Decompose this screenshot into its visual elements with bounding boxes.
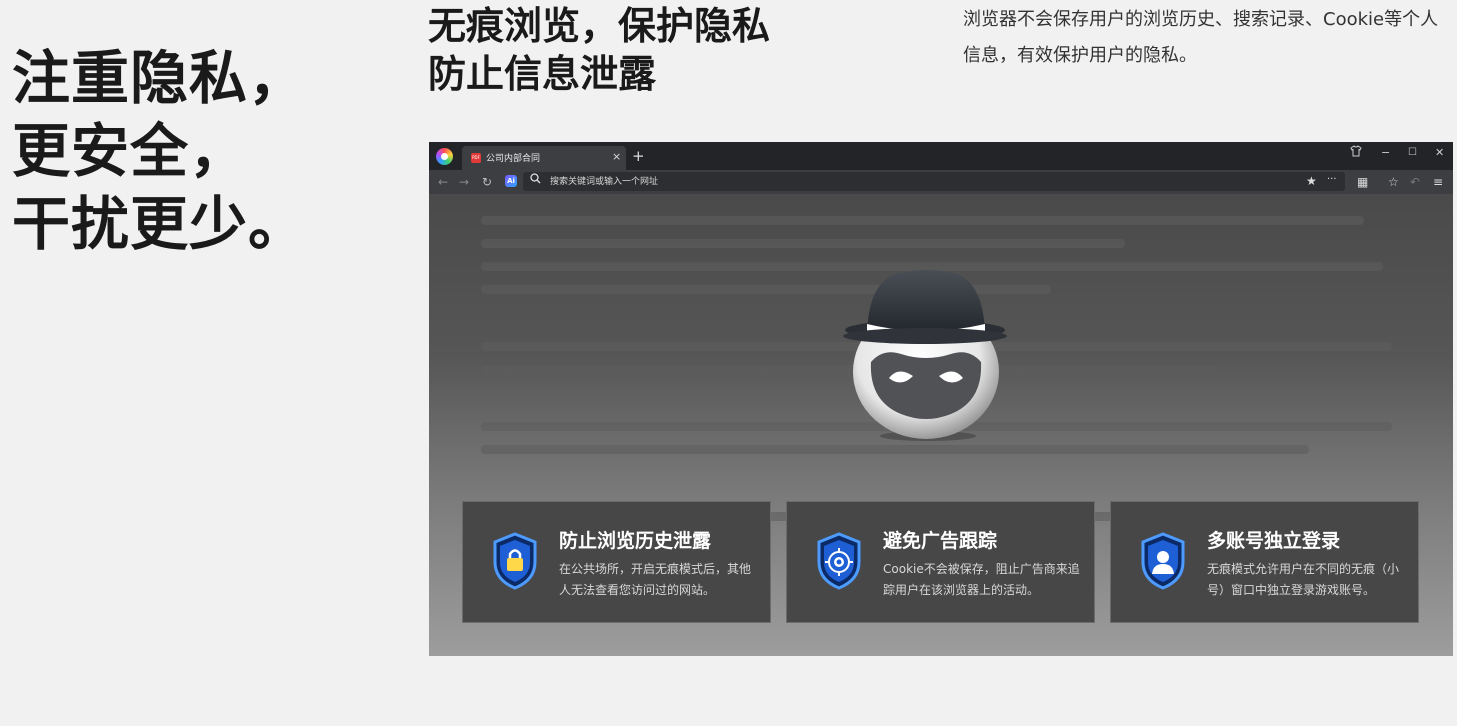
close-window-icon[interactable]: ✕ bbox=[1435, 145, 1444, 161]
feature-card-multi-account[interactable]: 多账号独立登录 无痕模式允许用户在不同的无痕（小号）窗口中独立登录游戏账号。 bbox=[1110, 501, 1419, 623]
browser-logo-icon bbox=[436, 148, 453, 165]
tab-bar: PDF 公司内部合同 × + − ☐ ✕ bbox=[429, 142, 1453, 170]
section-title-line-1: 无痕浏览，保护隐私 bbox=[428, 4, 771, 48]
maximize-icon[interactable]: ☐ bbox=[1408, 145, 1417, 161]
new-tab-button[interactable]: + bbox=[632, 148, 645, 164]
hero-title: 注重隐私， 更安全， 干扰更少。 bbox=[12, 42, 307, 261]
back-icon[interactable]: ← bbox=[438, 174, 448, 190]
tab-active[interactable]: PDF 公司内部合同 × bbox=[462, 146, 626, 170]
address-bar[interactable]: ★ ··· bbox=[523, 172, 1345, 191]
favorites-icon[interactable]: ☆ bbox=[1388, 174, 1399, 190]
tab-title: 公司内部合同 bbox=[486, 153, 541, 163]
browser-toolbar: ← → ↻ Ai ★ ··· ▦ ☆ ↶ ≡ bbox=[429, 170, 1453, 194]
hero-title-line-1: 注重隐私， bbox=[12, 44, 308, 112]
menu-icon[interactable]: ≡ bbox=[1433, 174, 1443, 190]
more-icon[interactable]: ··· bbox=[1327, 172, 1337, 188]
hero-title-line-3: 干扰更少。 bbox=[12, 190, 308, 258]
hero-title-line-2: 更安全， bbox=[12, 117, 249, 185]
section-description: 浏览器不会保存用户的浏览历史、搜索记录、Cookie等个人信息，有效保护用户的隐… bbox=[963, 9, 1439, 66]
refresh-icon[interactable]: ↻ bbox=[482, 174, 492, 190]
target-shield-icon bbox=[817, 532, 861, 590]
feature-card-desc: 在公共场所，开启无痕模式后，其他人无法查看您访问过的网站。 bbox=[559, 562, 752, 597]
feature-card-desc: 无痕模式允许用户在不同的无痕（小号）窗口中独立登录游戏账号。 bbox=[1207, 562, 1400, 597]
undo-icon[interactable]: ↶ bbox=[1410, 174, 1420, 190]
apps-icon[interactable]: ▦ bbox=[1357, 174, 1368, 190]
feature-cards: 防止浏览历史泄露 在公共场所，开启无痕模式后，其他人无法查看您访问过的网站。 避… bbox=[462, 501, 1422, 623]
ai-assistant-icon[interactable]: Ai bbox=[505, 175, 517, 187]
feature-card-history[interactable]: 防止浏览历史泄露 在公共场所，开启无痕模式后，其他人无法查看您访问过的网站。 bbox=[462, 501, 771, 623]
bookmark-star-icon[interactable]: ★ bbox=[1306, 173, 1317, 189]
section-title: 无痕浏览，保护隐私 防止信息泄露 bbox=[428, 2, 770, 98]
section-title-line-2: 防止信息泄露 bbox=[428, 52, 657, 96]
tab-close-icon[interactable]: × bbox=[612, 150, 621, 164]
forward-icon[interactable]: → bbox=[459, 174, 469, 190]
feature-card-title: 防止浏览历史泄露 bbox=[559, 530, 712, 552]
feature-card-desc: Cookie不会被保存，阻止广告商来追踪用户在该浏览器上的活动。 bbox=[883, 562, 1080, 597]
incognito-mascot-icon bbox=[843, 270, 1007, 441]
minimize-icon[interactable]: − bbox=[1381, 145, 1390, 161]
skin-icon[interactable] bbox=[1350, 145, 1362, 162]
feature-card-tracking[interactable]: 避免广告跟踪 Cookie不会被保存，阻止广告商来追踪用户在该浏览器上的活动。 bbox=[786, 501, 1095, 623]
pdf-file-icon: PDF bbox=[471, 153, 481, 163]
feature-card-title: 避免广告跟踪 bbox=[883, 530, 998, 552]
search-icon bbox=[530, 173, 541, 189]
address-input[interactable] bbox=[550, 174, 1250, 189]
lock-shield-icon bbox=[493, 532, 537, 590]
browser-screenshot: PDF 公司内部合同 × + − ☐ ✕ ← → ↻ Ai ★ ··· ▦ ☆ … bbox=[429, 142, 1453, 656]
feature-card-title: 多账号独立登录 bbox=[1207, 530, 1341, 552]
incognito-page: 防止浏览历史泄露 在公共场所，开启无痕模式后，其他人无法查看您访问过的网站。 避… bbox=[429, 194, 1453, 656]
user-shield-icon bbox=[1141, 532, 1185, 590]
